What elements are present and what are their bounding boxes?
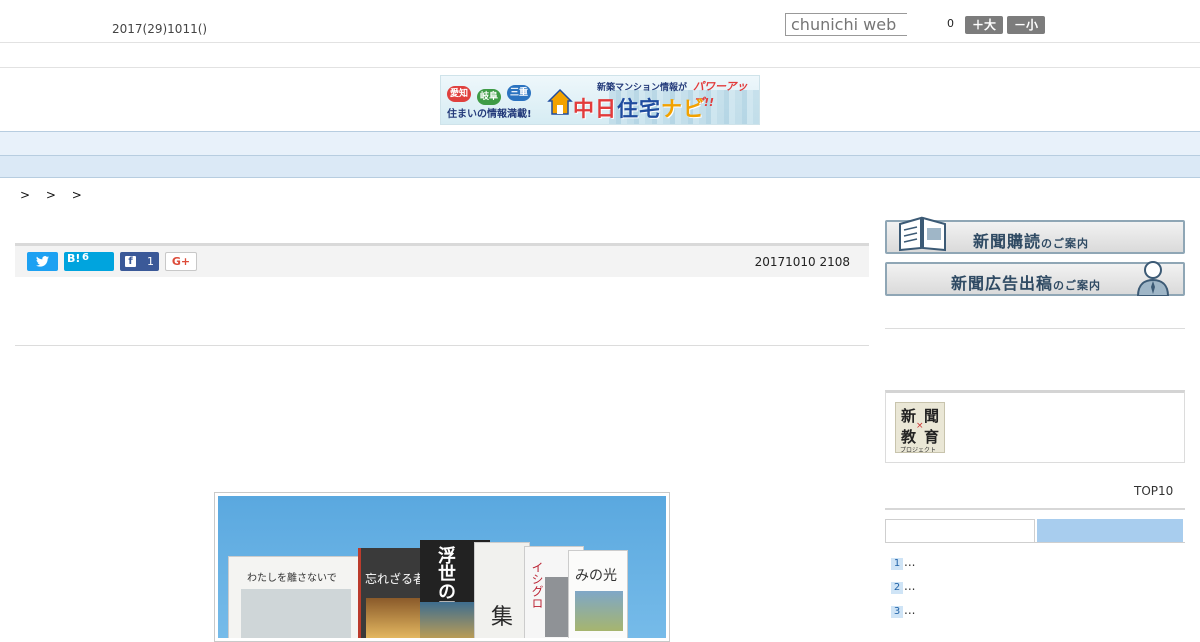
ranking-item[interactable]: 3... <box>891 603 915 618</box>
twitter-icon <box>36 256 49 267</box>
subscription-label: 新聞購読のご案内 <box>973 232 1090 251</box>
twitter-share-button[interactable] <box>27 252 58 271</box>
ranking-tab-line <box>885 542 1185 543</box>
content-divider <box>15 345 869 346</box>
book-6: みの光 <box>568 550 628 638</box>
top-utility-bar: 2017(29)1011() 0 ＋大 －小 <box>0 0 1200 43</box>
hatena-icon: B! <box>67 252 81 265</box>
hatena-count: 6 <box>82 252 89 263</box>
breadcrumb[interactable]: > > > <box>20 188 88 202</box>
hatena-bookmark-button[interactable]: B! 6 <box>64 252 114 271</box>
banner-pill-aichi: 愛知 <box>447 86 471 102</box>
share-bar: B! 6 f 1 G+ 20171010 2108 <box>15 243 869 277</box>
rank-number: 1 <box>891 558 903 570</box>
article-photo: わたしを離さないで 忘れざる者 浮世の画家 集 イシグロ みの光 <box>214 492 670 642</box>
newspaper-education-logo: 新 聞 × 教 育 プロジェクト <box>895 402 945 454</box>
banner-top-text: 新築マンション情報が <box>597 83 688 93</box>
facebook-icon: f <box>125 256 136 267</box>
banner-pill-mie: 三重 <box>507 85 531 101</box>
newspaper-advertising-button[interactable]: 新聞広告出稿のご案内 <box>885 261 1185 296</box>
top10-heading: TOP10 <box>1134 484 1174 498</box>
ranking-tab-1[interactable] <box>885 519 1035 543</box>
banner-logo: 中日住宅ナビ <box>573 97 705 121</box>
facebook-share-button[interactable]: f 1 <box>120 252 159 271</box>
sub-header-bar <box>0 43 1200 68</box>
ranking-divider <box>885 508 1185 510</box>
current-date: 2017(29)1011() <box>112 22 208 36</box>
book-4: 集 <box>474 542 530 638</box>
newspaper-education-banner[interactable]: 新 聞 × 教 育 プロジェクト <box>885 390 1185 463</box>
font-size-level: 0 <box>947 17 954 30</box>
book-1: わたしを離さないで <box>228 556 368 638</box>
housing-navi-banner[interactable]: 愛知 岐阜 三重 住まいの情報満載! 新築マンション情報が パワーアップ!! 中… <box>440 75 760 125</box>
ranking-tab-2[interactable] <box>1037 519 1183 543</box>
book-2: 忘れざる者 <box>358 548 428 638</box>
main-nav <box>0 131 1200 156</box>
font-decrease-button[interactable]: －小 <box>1007 16 1045 34</box>
businessman-icon <box>1136 261 1170 296</box>
banner-tagline: 住まいの情報満載! <box>447 109 532 120</box>
banner-pill-gifu: 岐阜 <box>477 89 501 105</box>
sidebar-divider <box>885 328 1185 329</box>
newspaper-subscription-button[interactable]: 新聞購読のご案内 <box>885 216 1185 254</box>
ranking-item[interactable]: 2... <box>891 579 915 594</box>
books-photo: わたしを離さないで 忘れざる者 浮世の画家 集 イシグロ みの光 <box>218 496 666 638</box>
house-icon <box>547 88 573 115</box>
font-increase-button[interactable]: ＋大 <box>965 16 1003 34</box>
article-date: 20171010 2108 <box>754 255 850 269</box>
facebook-count: 1 <box>147 255 154 268</box>
sub-nav <box>0 156 1200 178</box>
open-newspaper-icon <box>899 216 946 252</box>
rank-number: 3 <box>891 606 903 618</box>
search-input[interactable] <box>785 13 907 36</box>
ranking-item[interactable]: 1... <box>891 555 915 570</box>
rank-number: 2 <box>891 582 903 594</box>
advertising-label: 新聞広告出稿のご案内 <box>951 274 1102 293</box>
google-plus-button[interactable]: G+ <box>165 252 197 271</box>
